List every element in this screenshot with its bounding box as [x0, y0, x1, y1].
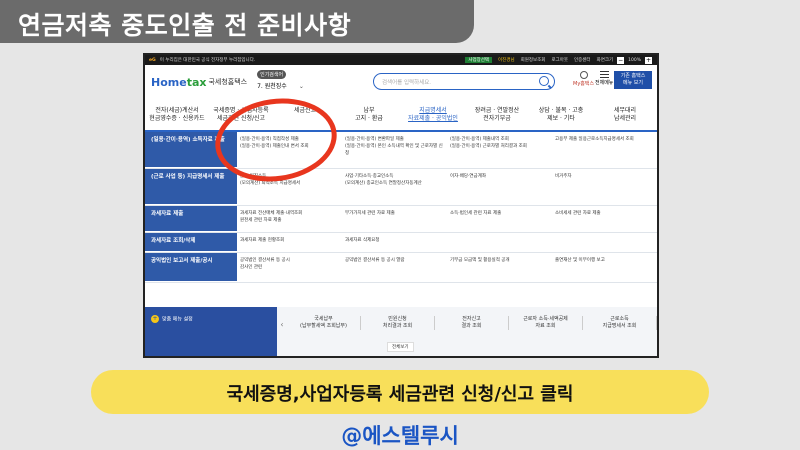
logout-link[interactable]: 로그아웃 — [551, 57, 568, 63]
nav-tax-certificate[interactable]: 국세증명 · 사업자등록 세금관련 신청/신고 — [209, 99, 273, 130]
slide-title: 연금저축 중도인출 전 준비사항 — [0, 0, 474, 43]
user-name-link[interactable]: 이진경님 — [498, 57, 515, 63]
site-header: Home tax 국세청홈택스 인기검색어 7. 원천징수 ⌄ 검색어를 입력하세요… — [145, 65, 657, 99]
all-menu-button[interactable]: 전체메뉴 — [595, 71, 613, 86]
business-select-link[interactable]: 사업장선택 — [465, 57, 493, 63]
nav-incentive[interactable]: 장려금 · 연말정산 전자기부금 — [465, 99, 529, 130]
quick-item[interactable]: 근로자 소득·세액공제 자료 조회 — [509, 316, 583, 330]
submenu-link[interactable]: 부가가치세 관련 자료 제출 — [342, 206, 447, 232]
nav-tax-agent[interactable]: 세무대리 납세관리 — [593, 99, 657, 130]
quick-item[interactable]: 전자신고 결과 조회 — [435, 316, 509, 330]
row-label: (일용·간이·용역) 소득자료 제출 — [145, 132, 237, 168]
main-nav: 전자(세금)계산서 현금영수증 · 신용카드 국세증명 · 사업자등록 세금관련 신… — [145, 99, 657, 132]
submenu-link[interactable] — [552, 233, 657, 252]
submenu-link[interactable]: 과세자료 제출 현황조회 — [237, 233, 342, 252]
submenu-link[interactable]: 근로·퇴직소득 (모의계산) 퇴직소득 지급명세서 — [237, 169, 342, 205]
submenu-link[interactable]: 고용부 제출 일용근로소득지급명세서 조회 — [552, 132, 657, 168]
quick-menu-bar: + 맞춤 메뉴 설정 ‹ 국세납부 (납부할세액 조회납부) 민원신청 처리결과 조회… — [145, 307, 657, 356]
submenu-link[interactable]: 사업·기타소득·종교인소득 (모의계산) 종교인소득 연말정산자동계산 — [342, 169, 447, 205]
submenu-link[interactable]: 출연재산 및 이무이행 보고 — [552, 253, 657, 282]
submenu-row: 과세자료 조회/삭제 과세자료 제출 현황조회 과세자료 삭제요청 — [145, 233, 657, 253]
row-label: (근로 사업 등) 지급명세서 제출 — [145, 169, 237, 205]
submenu-link[interactable] — [447, 233, 552, 252]
nav-e-invoice[interactable]: 전자(세금)계산서 현금영수증 · 신용카드 — [145, 99, 209, 130]
row-label: 과세자료 조회/삭제 — [145, 233, 237, 252]
submenu-link[interactable]: 비거주자 — [552, 169, 657, 205]
custom-menu-button[interactable]: + 맞춤 메뉴 설정 — [145, 307, 277, 356]
view-all-button[interactable]: 전체보기 — [387, 342, 414, 352]
submenu-link[interactable]: 이자·배당·연금계좌 — [447, 169, 552, 205]
caption: 국세증명,사업자등록 세금관련 신청/신고 클릭 — [91, 370, 709, 414]
person-icon — [579, 71, 588, 79]
popular-search[interactable]: 인기검색어 7. 원천징수 ⌄ — [257, 70, 304, 90]
submenu-link[interactable]: (일용·간이·용역) 직접작성 제출 (일용·간이·용역) 제출인내 변서 조회 — [237, 132, 342, 168]
row-label: 공익법인 보고서 제출/공시 — [145, 253, 237, 282]
submenu-link[interactable]: 공익법인 결산서류 등 공시 열람 — [342, 253, 447, 282]
nav-payment-statement[interactable]: 지급명세서 자료제출 · 공익법인 — [401, 99, 465, 130]
chevron-left-icon[interactable]: ‹ — [277, 316, 287, 329]
submenu-link[interactable]: 공익법인 결산서류 등 공시 감사인 관련 — [237, 253, 342, 282]
submenu-row: (근로 사업 등) 지급명세서 제출 근로·퇴직소득 (모의계산) 퇴직소득 지… — [145, 169, 657, 206]
hometax-screenshot: eG 이 누리집은 대한민국 공식 전자정부 누리집입니다. 사업장선택 이진경… — [143, 53, 659, 358]
search-placeholder: 검색어를 입력하세요. — [382, 80, 432, 86]
submenu-link[interactable]: (일용·간이·용역) 제출내역 조회 (일용·간이·용역) 근로자별 처리결과 … — [447, 132, 552, 168]
nav-payment[interactable]: 납부 고지 · 환급 — [337, 99, 401, 130]
quick-item[interactable]: 국세납부 (납부할세액 조회납부) — [287, 316, 361, 330]
author-handle: @에스텔루시 — [341, 424, 459, 448]
nav-consulting[interactable]: 상담 · 불복 · 고충 제보 · 기타 — [529, 99, 593, 130]
submenu-row: 공익법인 보고서 제출/공시 공익법인 결산서류 등 공시 감사인 관련 공익법… — [145, 253, 657, 283]
submenu-link[interactable]: 소비세세 관련 자료 제출 — [552, 206, 657, 232]
legacy-menu-button[interactable]: 기존 홈택스 메뉴 보기 — [614, 71, 652, 89]
menu-icon — [599, 71, 609, 78]
quick-item[interactable]: 근로소득 지급명세서 조회 — [583, 316, 657, 330]
gov-notice-text: 이 누리집은 대한민국 공식 전자정부 누리집입니다. — [159, 58, 256, 63]
popular-badge: 인기검색어 — [257, 70, 287, 79]
submenu-link[interactable]: 과세자료 전산매체 제출·내역조회 원천세 관련 자료 제출 — [237, 206, 342, 232]
submenu-link[interactable]: 소득·법인세 관련 자료 제출 — [447, 206, 552, 232]
zoom-level: 100% — [628, 57, 641, 63]
nav-tax-report[interactable]: 세금신고 — [273, 99, 337, 130]
member-info-link[interactable]: 회원정보조회 — [521, 57, 546, 63]
quick-item[interactable]: 민원신청 처리결과 조회 — [361, 316, 435, 330]
my-hometax-button[interactable]: My홈택스 — [573, 71, 594, 87]
zoom-out-button[interactable]: − — [617, 56, 625, 64]
search-icon[interactable] — [539, 76, 549, 86]
gov-notice-bar: eG 이 누리집은 대한민국 공식 전자정부 누리집입니다. 사업장선택 이진경… — [145, 55, 657, 65]
popular-item[interactable]: 7. 원천징수 — [257, 83, 287, 90]
submenu-row: 과세자료 제출 과세자료 전산매체 제출·내역조회 원천세 관련 자료 제출 부… — [145, 206, 657, 233]
submenu-panel: (일용·간이·용역) 소득자료 제출 (일용·간이·용역) 직접작성 제출 (일… — [145, 132, 657, 283]
screen-size-label: 화면크기 — [596, 58, 614, 63]
cert-center-link[interactable]: 인증센터 — [574, 57, 591, 63]
submenu-link[interactable]: 기부금 모금액 및 활용실적 공개 — [447, 253, 552, 282]
plus-icon: + — [151, 315, 159, 323]
egov-logo: eG — [149, 57, 156, 63]
submenu-link[interactable]: 과세자료 삭제요청 — [342, 233, 447, 252]
search-input[interactable]: 검색어를 입력하세요. — [373, 73, 555, 90]
row-label: 과세자료 제출 — [145, 206, 237, 232]
submenu-row: (일용·간이·용역) 소득자료 제출 (일용·간이·용역) 직접작성 제출 (일… — [145, 132, 657, 169]
zoom-in-button[interactable]: + — [645, 56, 652, 64]
hometax-logo[interactable]: Home tax 국세청홈택스 — [151, 76, 247, 89]
submenu-link[interactable]: (일용·간이·용역) 변환파일 제출 (일용·간이·용역) 본인 소득내역 확인… — [342, 132, 447, 168]
chevron-down-icon[interactable]: ⌄ — [299, 83, 304, 90]
